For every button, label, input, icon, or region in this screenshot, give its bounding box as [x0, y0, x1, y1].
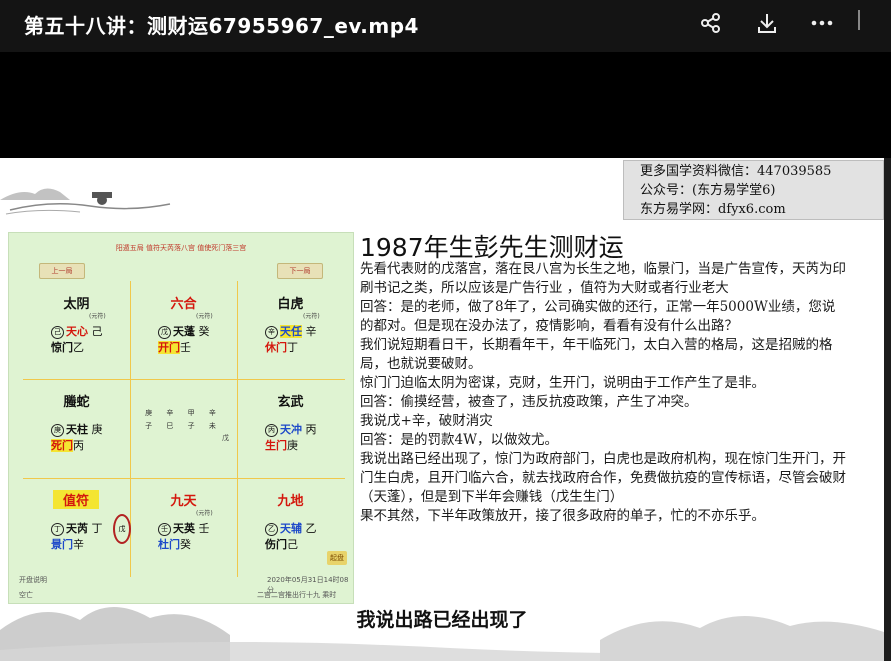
- banner-line: 更多国学资料微信：447039585: [640, 164, 832, 179]
- center-corner: 戊: [222, 434, 229, 442]
- nine-palace-grid: 太阴 (元符) 己天心 己 惊门乙 六合 (元符) 戊天蓬 癸 开门壬 白虎 (…: [23, 281, 345, 577]
- marked-stem-oval: 戊: [113, 514, 131, 544]
- chart-header: 阳遁五局 值符天芮落八宫 值使死门落三宫: [115, 244, 247, 252]
- frame-edge: [884, 158, 891, 661]
- download-icon[interactable]: [752, 8, 782, 38]
- video-frame[interactable]: 更多国学资料微信：447039585 公众号：(东方易学堂6) 东方易学网：df…: [0, 158, 884, 661]
- palace-cell[interactable]: 玄武 丙天冲 丙 生门庚: [237, 379, 344, 477]
- toolbar-separator: [858, 10, 860, 30]
- palace-cell[interactable]: 螣蛇 庚天柱 庚 死门丙: [23, 379, 130, 477]
- share-icon[interactable]: [696, 8, 726, 38]
- prev-layout-button[interactable]: 上一局: [39, 263, 85, 279]
- article-paragraph: 回答：是的老师，做了8年了，公司确实做的还行，正常一年5000W业绩，您说的都对…: [360, 299, 836, 334]
- palace-god: 螣蛇: [63, 395, 90, 410]
- footer-instructions[interactable]: 开盘说明: [19, 575, 47, 585]
- article-paragraph: 果不其然，下半年政策放开，接了很多政府的单子，忙的不亦乐乎。: [360, 508, 765, 524]
- article-paragraph: 先看代表财的戊落宫，落在艮八宫为长生之地，临景门，当是广告宣传，天芮为印刷书记之…: [360, 261, 846, 296]
- next-layout-button[interactable]: 下一局: [277, 263, 323, 279]
- video-letterbox: [0, 52, 891, 158]
- qimen-chart-board: 阳遁五局 值符天芮落八宫 值使死门落三宫 上一局 下一局 太阴 (元符) 己天心…: [8, 232, 354, 604]
- article-paragraph: 回答：偷摸经营，被查了，违反抗疫政策，产生了冲突。: [360, 394, 698, 410]
- promo-banner: 更多国学资料微信：447039585 公众号：(东方易学堂6) 东方易学网：df…: [623, 160, 884, 220]
- palace-god: 值符: [53, 490, 99, 509]
- palace-cell[interactable]: 白虎 (元符) 辛天任 辛 休门丁: [237, 281, 344, 379]
- palace-god: 六合: [170, 297, 197, 312]
- article-paragraph: 惊门门迫临太阴为密谋，克财，生开门，说明由于工作产生了是非。: [360, 375, 765, 391]
- center-branches: 子 巳 子 未: [145, 422, 222, 430]
- banner-line: 东方易学网：dfyx6.com: [640, 202, 786, 217]
- start-chart-button[interactable]: 起盘: [327, 551, 347, 565]
- banner-line: 公众号：(东方易学堂6): [640, 183, 776, 198]
- palace-center[interactable]: 庚 辛 甲 辛 子 巳 子 未 戊: [130, 379, 237, 477]
- palace-cell[interactable]: 值符 丁天芮 丁 景门辛 戊: [23, 478, 131, 576]
- center-stems: 庚 辛 甲 辛: [145, 409, 222, 417]
- palace-cell[interactable]: 九天 (元符) 壬天英 壬 杜门癸: [130, 478, 237, 576]
- palace-cell[interactable]: 太阴 (元符) 己天心 己 惊门乙: [23, 281, 130, 379]
- video-subtitle: 我说出路已经出现了: [356, 609, 528, 631]
- palace-god: 白虎: [277, 297, 304, 312]
- article-heading: 1987年生彭先生测财运: [360, 233, 624, 262]
- palace-god: 太阴: [63, 297, 90, 312]
- article-paragraph: 我说戊+辛，破财消灾: [360, 413, 493, 429]
- video-title-bar: 第五十八讲：测财运67955967_ev.mp4: [0, 0, 891, 52]
- ink-landscape-logo: [0, 188, 171, 215]
- article-body: 先看代表财的戊落宫，落在艮八宫为长生之地，临景门，当是广告宣传，天芮为印刷书记之…: [360, 260, 847, 526]
- article-paragraph: 我说出路已经出现了，惊门为政府部门，白虎也是政府机构，现在惊门生开门，开门生白虎…: [360, 451, 846, 505]
- palace-god: 玄武: [277, 395, 304, 410]
- video-title: 第五十八讲：测财运67955967_ev.mp4: [24, 14, 419, 38]
- article-paragraph: 我们说短期看日干，长期看年干，年干临死门，太白入营的格局，这是招贼的格局，也就说…: [360, 337, 833, 372]
- palace-god: 九天: [170, 494, 197, 509]
- palace-cell[interactable]: 六合 (元符) 戊天蓬 癸 开门壬: [130, 281, 237, 379]
- more-icon[interactable]: [807, 8, 837, 38]
- palace-god: 九地: [277, 494, 304, 509]
- article-paragraph: 回答：是的罚款4W，以做效尤。: [360, 432, 558, 448]
